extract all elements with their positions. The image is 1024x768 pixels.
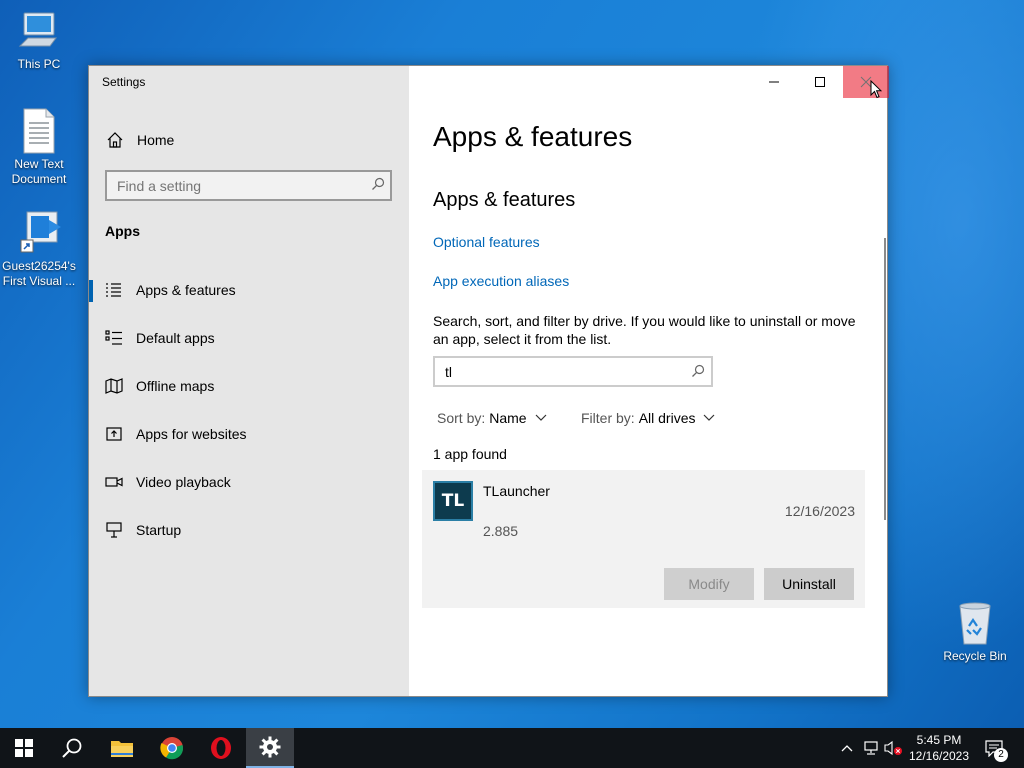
app-search-input[interactable]: [433, 356, 713, 387]
section-title: Apps & features: [433, 189, 576, 211]
scrollbar[interactable]: [884, 238, 886, 520]
desktop-icon-new-text-document[interactable]: New Text Document: [0, 108, 78, 187]
default-apps-icon: [105, 330, 122, 345]
sidebar-item-label: Apps for websites: [136, 426, 247, 442]
web-app-icon: [106, 427, 122, 441]
network-icon: [864, 741, 878, 755]
map-icon: [105, 378, 123, 394]
chrome-button[interactable]: [148, 728, 196, 768]
mouse-cursor-icon: [870, 80, 882, 99]
show-hidden-icons-button[interactable]: [838, 728, 856, 768]
sidebar-item-label: Apps & features: [136, 282, 236, 298]
sort-dropdown[interactable]: Sort by: Name: [437, 410, 547, 426]
search-icon[interactable]: [371, 177, 385, 191]
uninstall-button[interactable]: Uninstall: [764, 568, 854, 600]
taskbar: 5:45 PM 12/16/2023: [0, 728, 1024, 768]
optional-features-link[interactable]: Optional features: [433, 234, 540, 250]
list-icon: [106, 283, 121, 297]
filter-dropdown[interactable]: Filter by: All drives: [581, 410, 715, 426]
maximize-button[interactable]: [797, 66, 843, 98]
desktop-icon-label: Recycle Bin: [943, 649, 1007, 663]
home-label: Home: [137, 132, 175, 148]
search-icon[interactable]: [691, 364, 705, 378]
sidebar-item-label: Startup: [136, 522, 182, 538]
sidebar-item-default-apps[interactable]: Default apps: [89, 318, 409, 358]
sidebar-item-apps-features[interactable]: Apps & features: [89, 270, 409, 310]
desktop-icon-visual-project[interactable]: Guest26254's First Visual ...: [0, 210, 78, 289]
folder-icon: [111, 741, 133, 757]
opera-icon: [211, 737, 231, 759]
chevron-down-icon: [535, 414, 547, 421]
sidebar-section-label: Apps: [105, 223, 140, 239]
settings-taskbar-button[interactable]: [246, 728, 294, 768]
tlauncher-app-icon: TL: [433, 481, 473, 521]
app-install-date: 12/16/2023: [784, 503, 855, 519]
apps-found-count: 1 app found: [433, 446, 507, 462]
sidebar-item-apps-for-websites[interactable]: Apps for websites: [89, 414, 409, 454]
chrome-icon: [160, 737, 184, 760]
home-icon: [107, 132, 123, 148]
desktop-icon-label: This PC: [17, 57, 61, 71]
recycle-bin-icon: [959, 602, 991, 645]
close-button[interactable]: [843, 66, 889, 98]
app-list-item[interactable]: TL TLauncher 12/16/2023 2.885 Modify Uni…: [422, 470, 865, 608]
sidebar-item-label: Default apps: [136, 330, 215, 346]
sidebar-item-startup[interactable]: Startup: [89, 510, 409, 550]
windows-logo-icon: [15, 739, 33, 757]
notification-count-badge: 2: [994, 748, 1008, 762]
desktop-icon-label: Guest26254's First Visual ...: [2, 259, 76, 288]
main-content: Apps & features Apps & features Optional…: [409, 66, 889, 696]
sidebar-item-video-playback[interactable]: Video playback: [89, 462, 409, 502]
sort-label: Sort by:: [437, 410, 486, 426]
minimize-button[interactable]: [751, 66, 797, 98]
search-description: Search, sort, and filter by drive. If yo…: [433, 313, 856, 347]
desktop-icon-this-pc[interactable]: This PC: [0, 10, 78, 72]
search-button[interactable]: [48, 728, 96, 768]
page-title: Apps & features: [433, 121, 633, 152]
opera-button[interactable]: [197, 728, 245, 768]
volume-muted-icon: [884, 740, 902, 756]
modify-button[interactable]: Modify: [664, 568, 754, 600]
sidebar-item-label: Offline maps: [136, 378, 215, 394]
shortcut-app-icon: [20, 211, 61, 253]
desktop-icon-label: New Text Document: [11, 157, 67, 186]
clock-time: 5:45 PM: [916, 733, 962, 747]
sidebar: Settings Home Apps Ap: [89, 66, 409, 696]
filter-label: Filter by:: [581, 410, 635, 426]
sort-value: Name: [489, 410, 527, 426]
find-setting-input[interactable]: [105, 170, 392, 201]
chevron-up-icon: [841, 745, 853, 752]
chevron-down-icon: [704, 414, 715, 421]
file-explorer-button[interactable]: [98, 728, 146, 768]
active-indicator: [89, 280, 93, 302]
startup-icon: [106, 522, 122, 538]
app-version: 2.885: [483, 523, 519, 539]
gear-icon: [259, 736, 281, 758]
text-file-icon: [23, 108, 55, 154]
desktop-icon-recycle-bin[interactable]: Recycle Bin: [936, 600, 1014, 664]
volume-button[interactable]: [882, 728, 904, 768]
video-icon: [105, 477, 123, 487]
window-title: Settings: [102, 75, 146, 89]
maximize-icon: [815, 77, 825, 87]
start-button[interactable]: [0, 728, 48, 768]
computer-icon: [18, 12, 57, 47]
sidebar-item-label: Video playback: [136, 474, 231, 490]
app-name: TLauncher: [483, 483, 550, 499]
search-icon: [62, 738, 82, 758]
network-button[interactable]: [860, 728, 882, 768]
clock-date: 12/16/2023: [908, 749, 970, 763]
taskbar-clock[interactable]: 5:45 PM 12/16/2023: [903, 732, 975, 764]
settings-window: Settings Home Apps Ap: [88, 65, 889, 697]
sidebar-home[interactable]: Home: [105, 128, 174, 152]
app-execution-aliases-link[interactable]: App execution aliases: [433, 273, 569, 289]
minimize-icon: [769, 81, 779, 83]
sidebar-item-offline-maps[interactable]: Offline maps: [89, 366, 409, 406]
filter-value: All drives: [638, 410, 696, 426]
